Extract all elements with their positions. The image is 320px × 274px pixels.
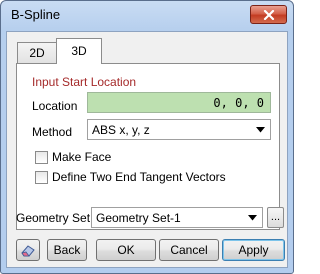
location-label: Location	[32, 99, 78, 113]
apply-button[interactable]: Apply	[222, 239, 285, 261]
chevron-down-icon	[256, 127, 265, 133]
title-bar[interactable]: B-Spline	[1, 1, 293, 29]
make-face-checkbox[interactable]	[35, 151, 48, 164]
tab-3d[interactable]: 3D	[56, 38, 102, 64]
eraser-icon	[21, 245, 35, 257]
cancel-button[interactable]: Cancel	[159, 239, 219, 261]
tab-panel-3d: Input Start Location Location 0, 0, 0 Me…	[16, 63, 280, 230]
method-select[interactable]: ABS x, y, z	[87, 119, 271, 140]
dialog-body: 2D 3D Input Start Location Location 0, 0…	[6, 31, 288, 268]
geometry-set-browse-button[interactable]: ...	[267, 207, 284, 228]
close-icon	[263, 10, 275, 20]
method-label: Method	[32, 125, 73, 139]
geometry-set-select[interactable]: Geometry Set-1	[91, 207, 263, 228]
eraser-button[interactable]	[16, 239, 40, 261]
section-title: Input Start Location	[32, 75, 137, 89]
geometry-set-label: Geometry Set	[16, 211, 91, 225]
tab-2d[interactable]: 2D	[17, 42, 57, 63]
back-button[interactable]: Back	[47, 239, 87, 261]
make-face-label: Make Face	[52, 150, 112, 164]
tangent-vectors-checkbox[interactable]	[35, 171, 48, 184]
tangent-vectors-label: Define Two End Tangent Vectors	[52, 170, 226, 184]
method-value: ABS x, y, z	[92, 123, 150, 137]
geometry-set-value: Geometry Set-1	[96, 211, 181, 225]
close-button[interactable]	[250, 5, 287, 24]
chevron-down-icon	[248, 215, 257, 221]
bspline-dialog: B-Spline 2D 3D Input Start Location Loca…	[0, 0, 294, 274]
window-title: B-Spline	[11, 7, 61, 22]
ok-button[interactable]: OK	[96, 239, 156, 261]
location-input[interactable]: 0, 0, 0	[87, 92, 271, 113]
